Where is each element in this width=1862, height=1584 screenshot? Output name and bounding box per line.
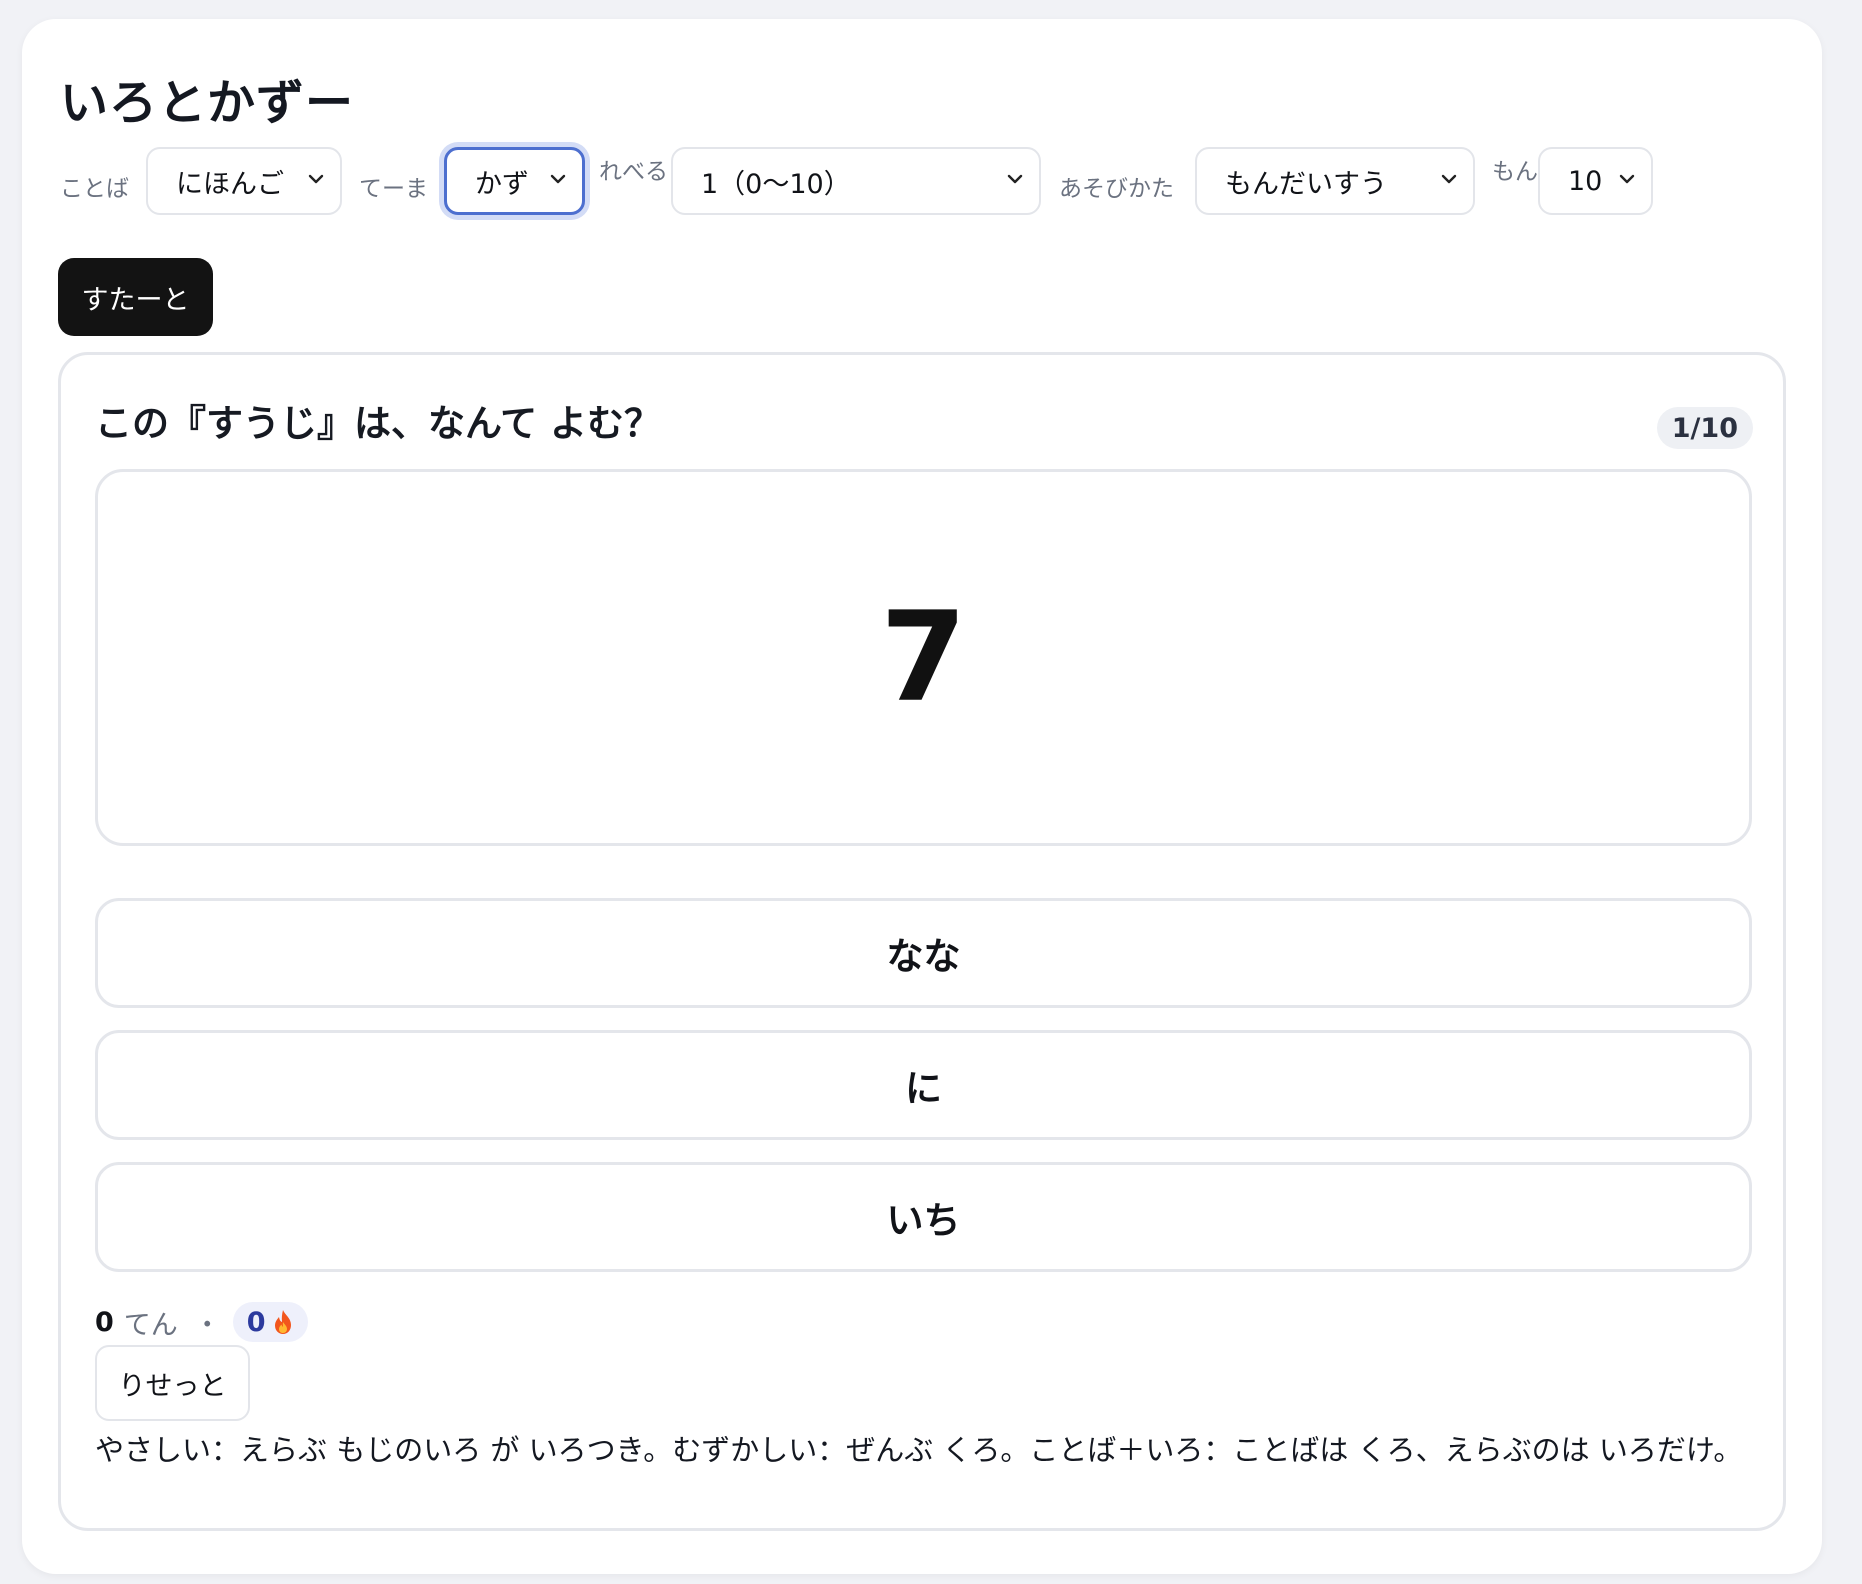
choice-button-3[interactable]: いち <box>95 1162 1752 1272</box>
app-window: いろとかずー ことば にほんご てーま かず れべる 1（0〜10） あそびかた… <box>22 19 1822 1574</box>
count-select[interactable]: 10 <box>1538 147 1653 215</box>
progress-badge: 1/10 <box>1656 407 1753 449</box>
language-select[interactable]: にほんご <box>146 147 342 215</box>
question-text: この『すうじ』は、なんて よむ？ <box>95 402 662 445</box>
theme-select[interactable]: かず <box>444 147 585 215</box>
theme-label: てーま <box>359 176 428 202</box>
streak-badge: 0 <box>232 1302 308 1342</box>
score-points: 0 <box>95 1306 114 1338</box>
language-select-value: にほんご <box>176 168 284 200</box>
score-unit: てん <box>123 1309 178 1341</box>
chevron-down-icon <box>550 174 566 184</box>
mode-label: あそびかた <box>1059 176 1174 202</box>
choice-button-1[interactable]: なな <box>95 898 1752 1008</box>
chevron-down-icon <box>308 174 324 184</box>
score-row: 0 てん ・ 0 <box>95 1302 308 1342</box>
help-text: やさしい：えらぶ もじのいろ が いろつき。むずかしい：ぜんぶ くろ。ことば＋い… <box>95 1433 1743 1467</box>
chevron-down-icon <box>1007 174 1023 184</box>
chevron-down-icon <box>1441 174 1457 184</box>
level-select-value: 1（0〜10） <box>701 168 851 200</box>
theme-select-value: かず <box>475 168 529 200</box>
choice-button-2[interactable]: に <box>95 1030 1752 1140</box>
chevron-down-icon <box>1619 174 1635 184</box>
level-label: れべる <box>599 159 668 185</box>
score-separator: ・ <box>193 1309 221 1341</box>
language-label: ことば <box>60 176 129 202</box>
mode-select[interactable]: もんだいすう <box>1195 147 1475 215</box>
reset-button[interactable]: りせっと <box>95 1345 250 1421</box>
app-title: いろとかずー <box>60 75 355 131</box>
level-select[interactable]: 1（0〜10） <box>671 147 1041 215</box>
quiz-card: この『すうじ』は、なんて よむ？ 1/10 7 なな に いち 0 てん ・ 0… <box>58 352 1786 1531</box>
number-display-value: 7 <box>880 585 967 730</box>
mode-select-value: もんだいすう <box>1225 168 1387 200</box>
streak-count: 0 <box>246 1306 266 1338</box>
flame-icon <box>274 1310 291 1334</box>
count-select-value: 10 <box>1568 165 1603 197</box>
count-label: もん <box>1492 159 1538 185</box>
number-display: 7 <box>95 469 1752 846</box>
start-button[interactable]: すたーと <box>58 258 213 336</box>
